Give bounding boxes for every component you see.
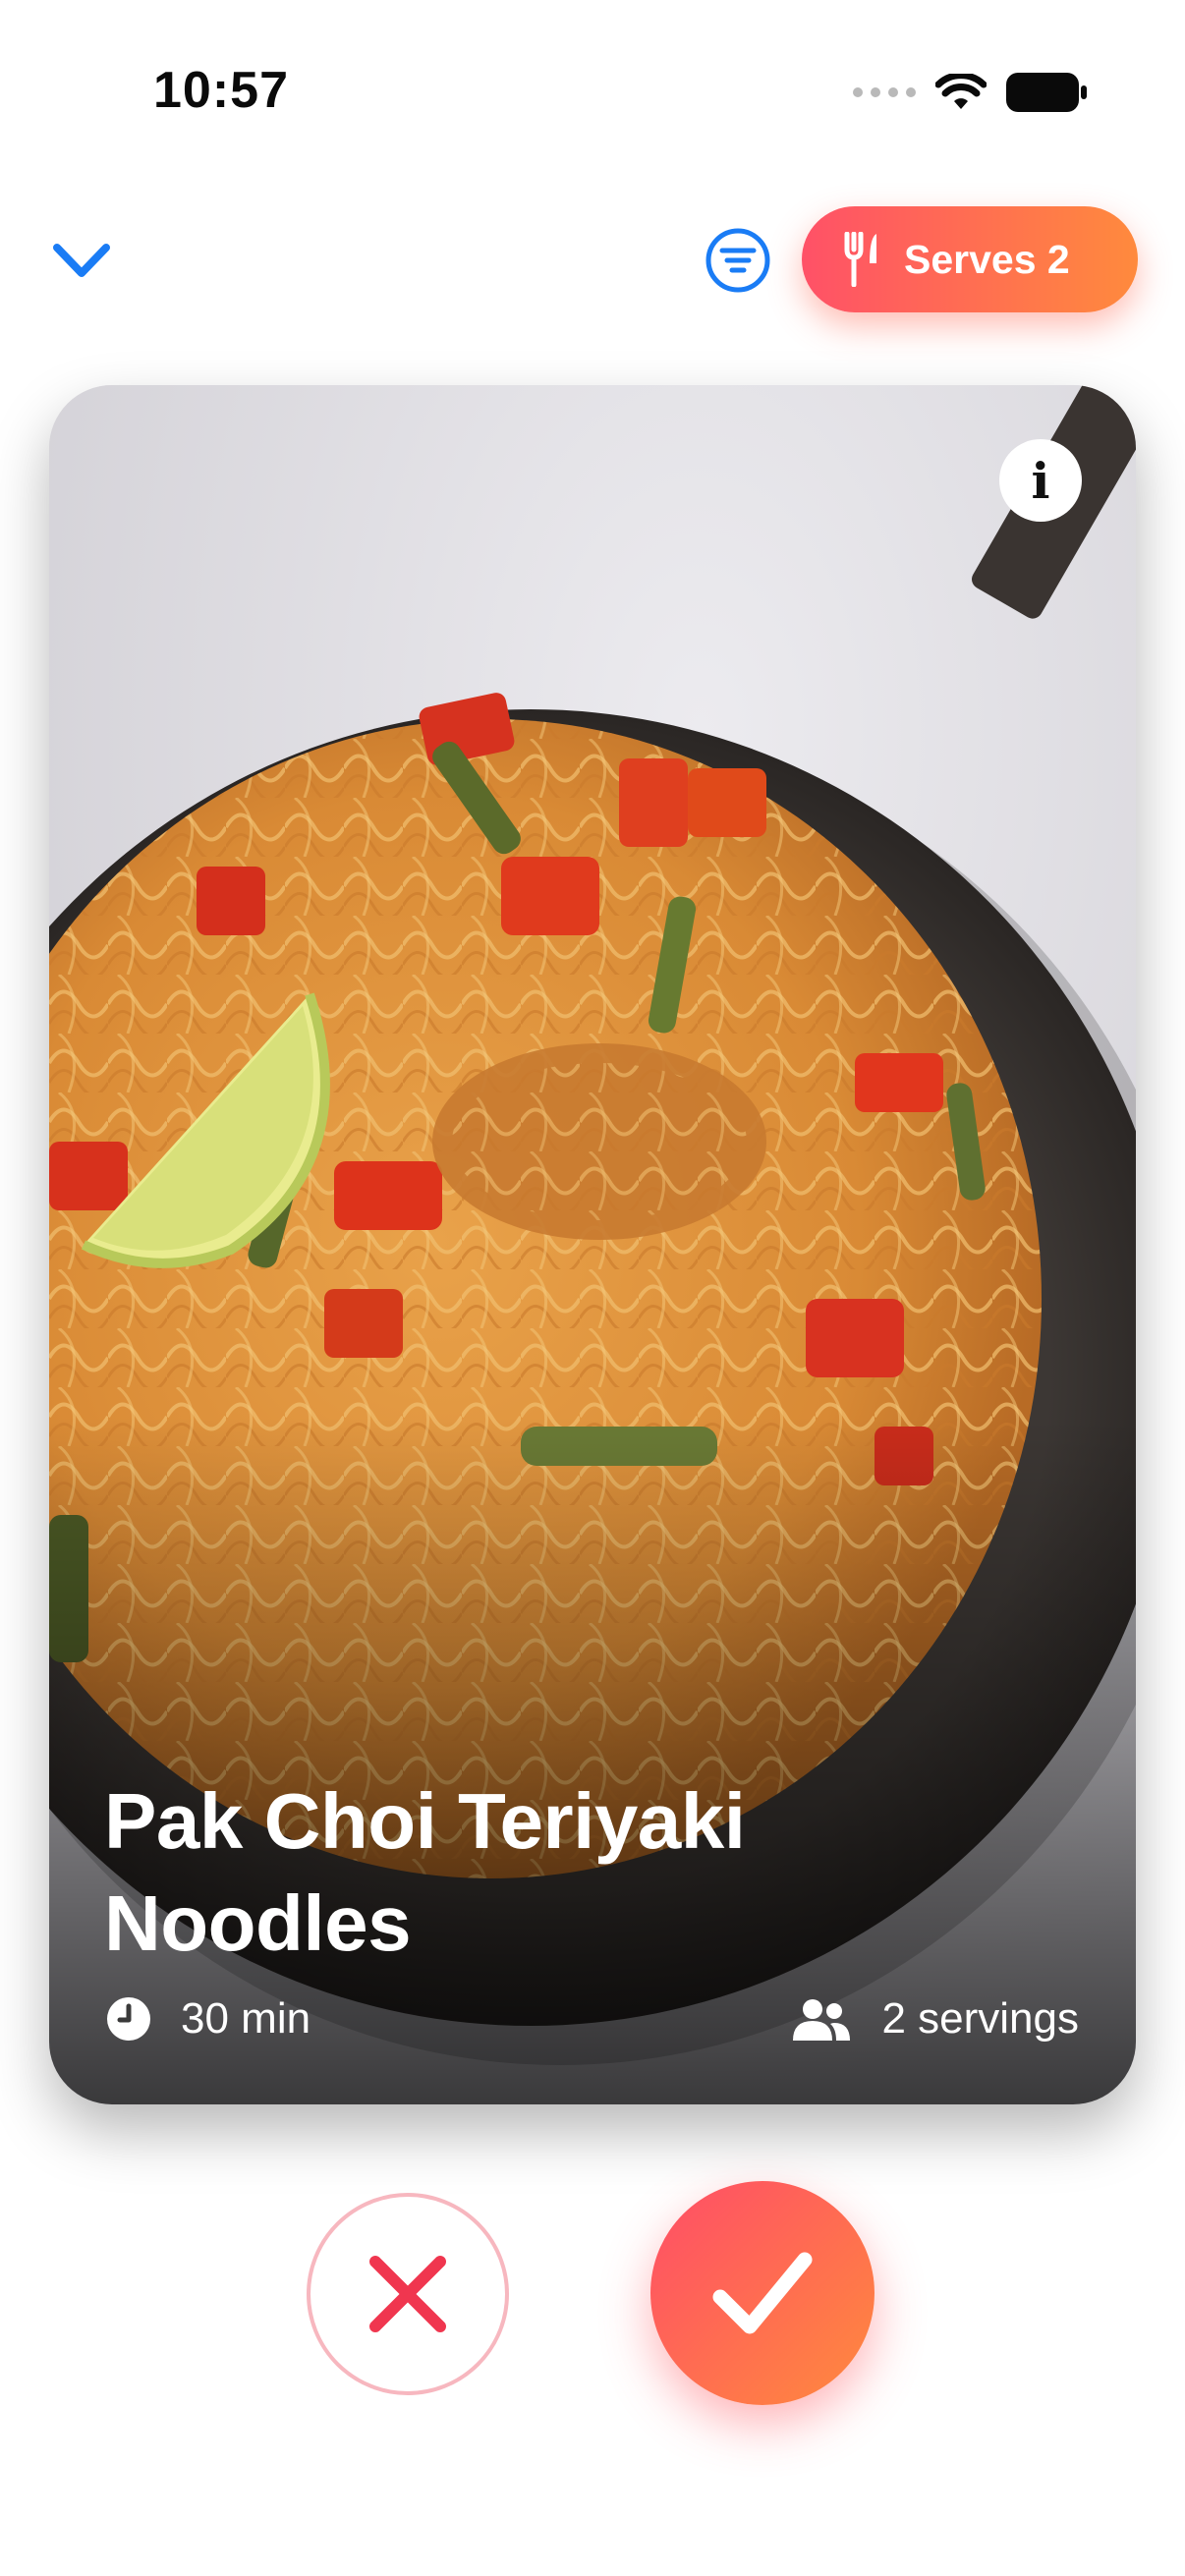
status-time: 10:57 (153, 62, 289, 119)
reject-button[interactable] (307, 2193, 509, 2395)
cook-time-label: 30 min (181, 1994, 311, 2043)
battery-icon (1006, 73, 1087, 112)
recipe-title-line2: Noodles (104, 1879, 412, 1967)
recipe-title: Pak Choi Teriyaki Noodles (104, 1770, 988, 1975)
chevron-down-icon[interactable] (49, 236, 114, 285)
recipe-meta: 30 min 2 servings (106, 1994, 1079, 2044)
accept-button[interactable] (650, 2181, 875, 2405)
status-icons (853, 73, 1087, 112)
signal-icon (853, 87, 916, 97)
people-icon (793, 1999, 851, 2041)
servings-label: 2 servings (881, 1994, 1079, 2043)
fork-knife-icon (844, 232, 876, 287)
check-icon (712, 2252, 813, 2334)
clock-icon (107, 1997, 150, 2041)
serves-label: Serves 2 (904, 236, 1070, 282)
recipe-card[interactable]: i Pak Choi Teriyaki Noodles 30 min 2 ser… (49, 385, 1136, 2104)
serves-button[interactable]: Serves 2 (802, 206, 1138, 312)
info-icon: i (1031, 451, 1050, 510)
close-icon (369, 2256, 446, 2332)
servings: 2 servings (791, 1994, 1079, 2044)
wifi-icon (935, 74, 987, 109)
info-button[interactable]: i (999, 439, 1082, 522)
cook-time: 30 min (106, 1994, 310, 2044)
filter-icon[interactable] (704, 226, 772, 295)
recipe-title-line1: Pak Choi Teriyaki (104, 1777, 746, 1865)
